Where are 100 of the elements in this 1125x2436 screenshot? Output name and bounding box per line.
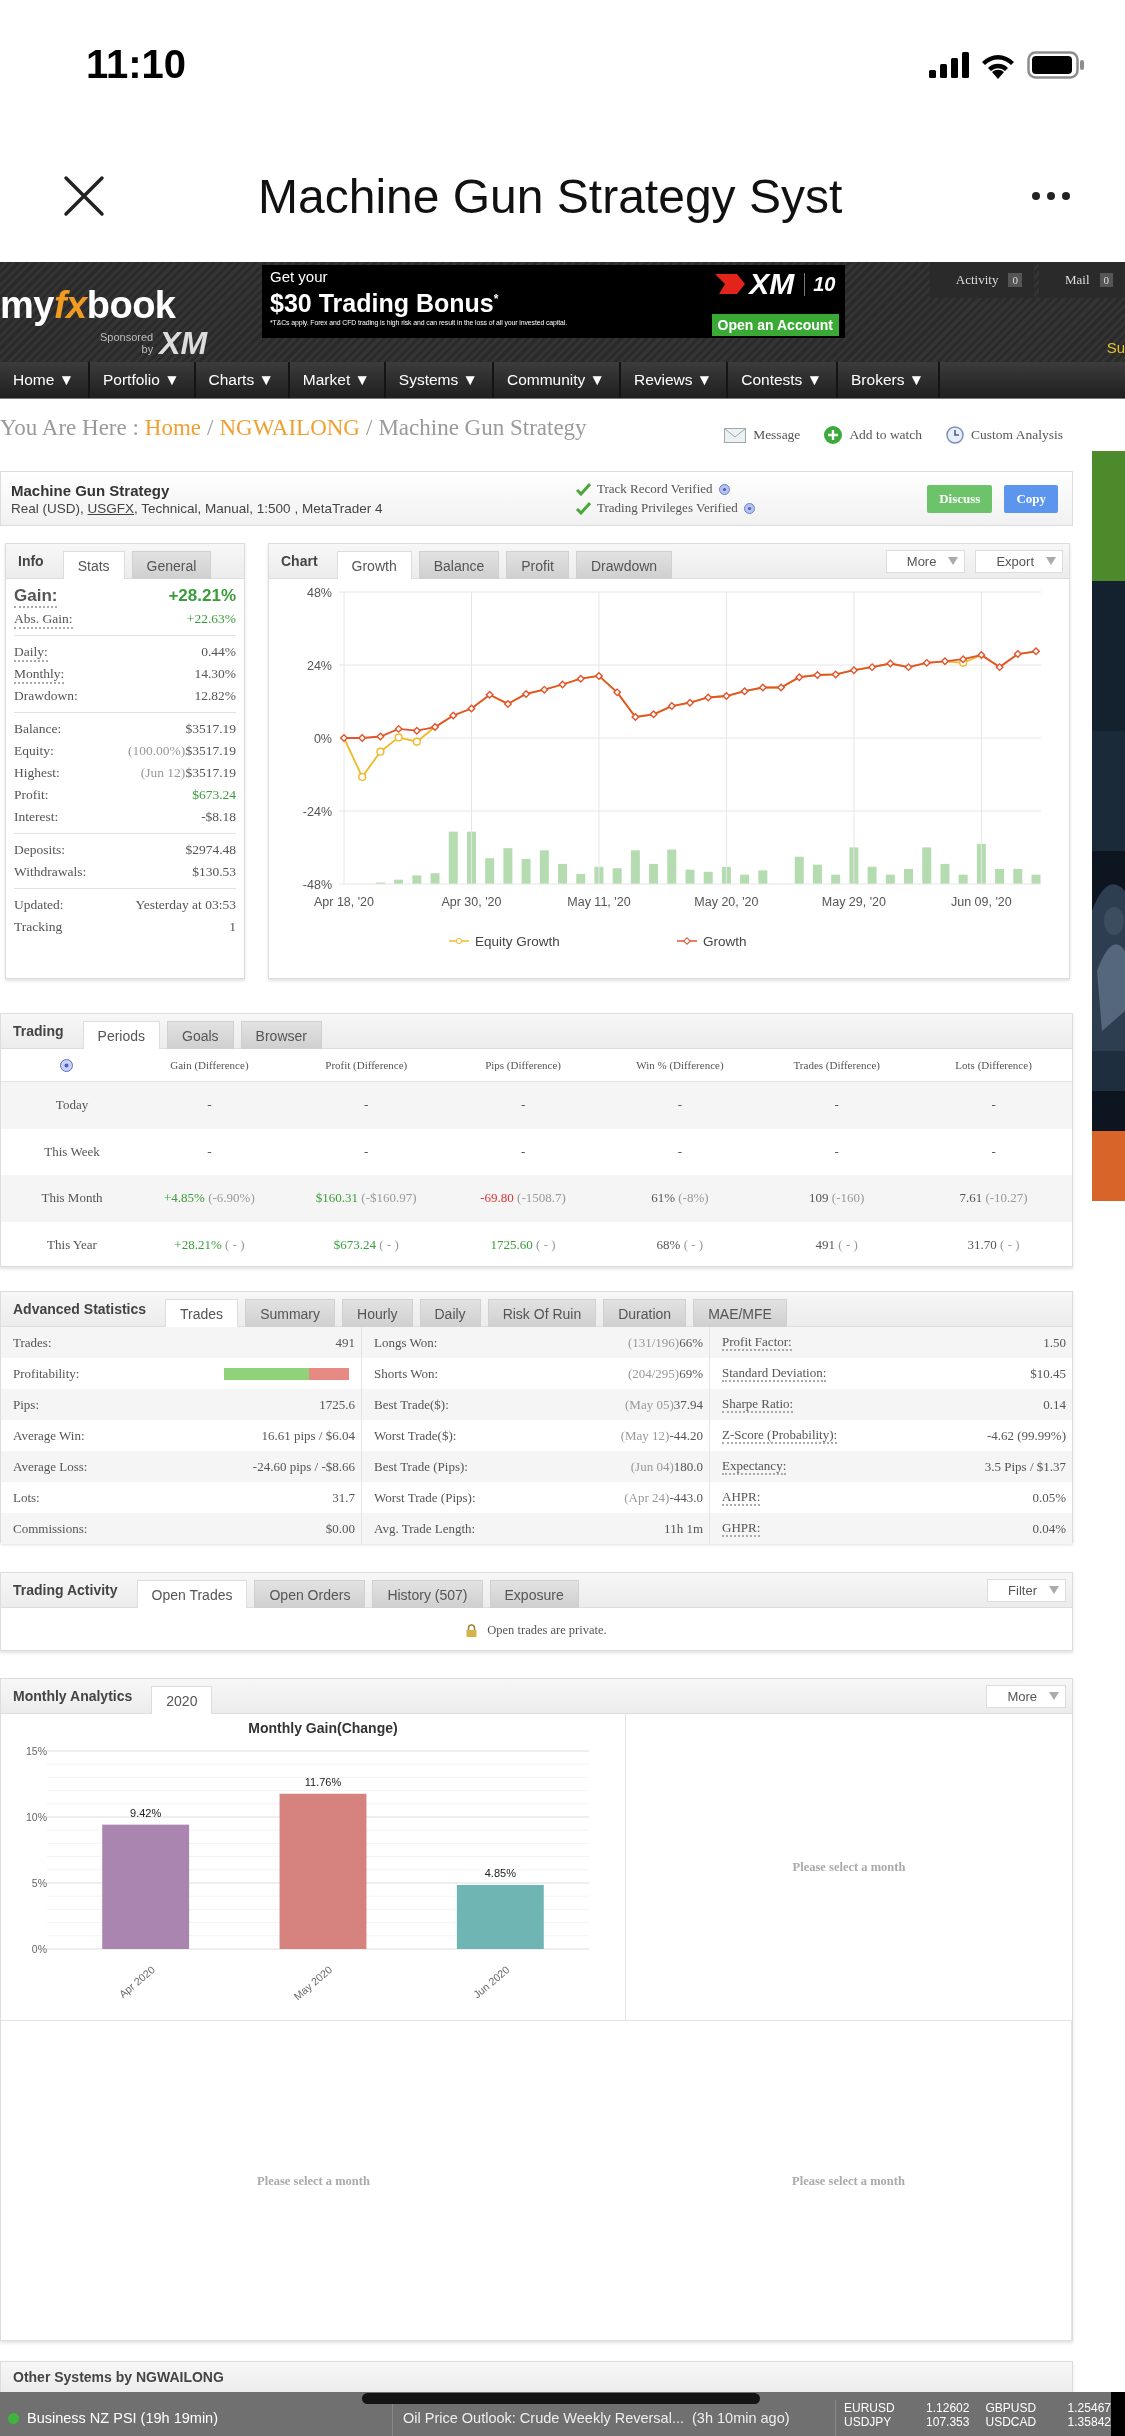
tab[interactable]: Summary xyxy=(245,1299,336,1327)
nav-item[interactable]: Home ▼ xyxy=(0,362,90,398)
tab[interactable]: Hourly xyxy=(342,1299,413,1327)
data-label: 9.42% xyxy=(130,1806,162,1819)
table-cell-text: - xyxy=(676,1143,684,1160)
data-point xyxy=(722,691,731,701)
tab[interactable]: Browser xyxy=(240,1021,322,1049)
help-icon[interactable] xyxy=(59,1058,73,1072)
table-cell-text: +28.21% ( - ) xyxy=(173,1236,246,1253)
legend-item[interactable]: Equity Growth xyxy=(448,934,560,949)
status-time: 11:10 xyxy=(86,41,187,87)
stat-label: Highest: xyxy=(14,764,60,782)
stat-label: GHPR: xyxy=(722,1520,761,1537)
stat-value: 1 xyxy=(229,918,236,936)
stat-label: Balance: xyxy=(14,720,62,738)
stat-label: Monthly: xyxy=(14,665,65,684)
tab[interactable]: Growth xyxy=(336,551,412,579)
tab[interactable]: Goals xyxy=(167,1021,234,1049)
tab[interactable]: MAE/MFE xyxy=(693,1299,787,1327)
tab[interactable]: Stats xyxy=(62,551,125,579)
tab[interactable]: History (507) xyxy=(372,1580,483,1608)
tab[interactable]: General xyxy=(131,551,212,579)
tab[interactable]: Daily xyxy=(419,1299,481,1327)
dropdown-button[interactable]: Export xyxy=(975,549,1063,573)
dropdown-button[interactable]: More xyxy=(986,1684,1066,1708)
stat-value: 3.5 Pips / $1.37 xyxy=(984,1458,1066,1475)
stat-value: $3517.19 xyxy=(185,720,236,738)
header-link[interactable]: Activity 0 xyxy=(929,262,1034,298)
column-header: Lots (Difference) xyxy=(954,1059,1033,1071)
close-icon[interactable] xyxy=(63,175,105,217)
period-label: This Month xyxy=(40,1190,104,1207)
tab[interactable]: Open Trades xyxy=(136,1580,248,1608)
banner-headline: $30 Trading Bonus$^{*}$ xyxy=(270,288,500,318)
legend-item[interactable]: Growth xyxy=(676,934,747,949)
quote-symbol: USDCAD xyxy=(985,2415,1038,2429)
nav-item[interactable]: Reviews ▼ xyxy=(620,362,729,398)
period-label: This Week xyxy=(43,1143,101,1160)
data-point xyxy=(394,733,403,742)
data-point xyxy=(849,665,859,675)
stat-value: (Jun 04)180.0 xyxy=(630,1458,703,1475)
dropdown-button[interactable]: Filter xyxy=(987,1578,1066,1602)
tab[interactable]: Profit xyxy=(506,551,569,579)
tab[interactable]: Exposure xyxy=(489,1580,579,1608)
site-logo[interactable]: myfxbook xyxy=(0,284,176,327)
data-point xyxy=(358,772,367,782)
table-cell-text: - xyxy=(206,1097,213,1114)
data-point xyxy=(376,747,385,756)
table-cell-text: - xyxy=(519,1143,527,1160)
tab[interactable]: 2020 xyxy=(151,1686,213,1714)
quote-price: 1.25467 xyxy=(1066,2401,1111,2415)
data-point xyxy=(776,683,786,692)
system-name: Machine Gun Strategy xyxy=(11,481,171,499)
axis-label: 10% xyxy=(26,1811,47,1823)
tab[interactable]: Duration xyxy=(603,1299,687,1327)
page-title: Machine Gun Strategy Syst xyxy=(258,168,844,224)
stat-value: 0.14 xyxy=(1043,1396,1066,1413)
stat-label: Daily: xyxy=(14,643,48,662)
stat-value: +22.63% xyxy=(186,610,236,628)
data-point xyxy=(449,711,458,720)
nav-item[interactable]: Community ▼ xyxy=(493,362,621,398)
stat-label: Shorts Won: xyxy=(374,1365,439,1382)
help-icon[interactable] xyxy=(718,483,730,495)
column-header: Win % (Difference) xyxy=(635,1059,725,1071)
stat-label: Tracking xyxy=(14,918,63,936)
header-link[interactable]: Mail 0 xyxy=(1038,262,1125,298)
stat-label: Drawdown: xyxy=(14,687,78,705)
table-cell-text: -69.80 (-1508.7) xyxy=(479,1190,567,1207)
placeholder-text: Please select a month xyxy=(792,2173,905,2189)
nav-item[interactable]: Market ▼ xyxy=(289,362,386,398)
nav-item[interactable]: Charts ▼ xyxy=(195,362,290,398)
stat-value: $130.53 xyxy=(192,863,236,881)
action-link[interactable]: Custom Analysis xyxy=(946,426,1063,444)
tab[interactable]: Open Orders xyxy=(254,1580,366,1608)
more-icon[interactable] xyxy=(1032,192,1070,200)
nav-item[interactable]: Systems ▼ xyxy=(385,362,494,398)
data-point xyxy=(940,657,950,666)
stat-label: Average Loss: xyxy=(13,1458,88,1475)
action-link[interactable]: Add to watch xyxy=(824,426,923,444)
legend-label: Growth xyxy=(703,934,747,949)
dropdown-button[interactable]: More xyxy=(885,549,966,573)
action-link[interactable]: Message xyxy=(724,426,801,444)
stat-label: Worst Trade (Pips): xyxy=(374,1489,476,1506)
tab[interactable]: Periods xyxy=(82,1021,161,1049)
table-cell-text: 61% (-8%) xyxy=(650,1190,710,1207)
table-cell-text: 31.70 ( - ) xyxy=(966,1236,1021,1253)
tab[interactable]: Risk Of Ruin xyxy=(487,1299,597,1327)
nav-item[interactable]: Contests ▼ xyxy=(728,362,839,398)
tab[interactable]: Trades xyxy=(165,1299,239,1327)
nav-item[interactable]: Brokers ▼ xyxy=(838,362,941,398)
tab[interactable]: Balance xyxy=(418,551,500,579)
tab[interactable]: Drawdown xyxy=(575,551,673,579)
stat-value: -24.60 pips / -$8.66 xyxy=(252,1458,355,1475)
caret-icon xyxy=(1049,1692,1059,1700)
help-icon[interactable] xyxy=(743,502,755,514)
stat-value: 12.82% xyxy=(194,687,236,705)
sponsor-logo[interactable]: XM xyxy=(159,327,208,359)
event-link[interactable]: Business NZ PSI (19h 19min) xyxy=(27,2410,218,2426)
nav-item[interactable]: Portfolio ▼ xyxy=(90,362,196,398)
table-cell-text: - xyxy=(206,1143,213,1160)
header-text: Su xyxy=(1106,339,1125,356)
